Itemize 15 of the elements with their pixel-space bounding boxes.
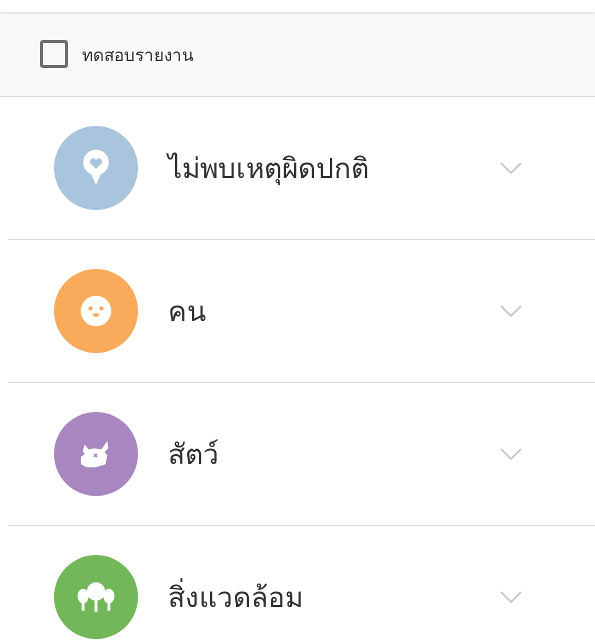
chevron-down-icon[interactable] bbox=[500, 162, 522, 174]
category-row[interactable]: คน bbox=[8, 240, 595, 383]
category-label: สัตว์ bbox=[168, 437, 220, 473]
category-label: ไม่พบเหตุผิดปกติ bbox=[168, 151, 370, 188]
category-row[interactable]: สิ่งแวดล้อม bbox=[8, 526, 595, 640]
category-row[interactable]: ไม่พบเหตุผิดปกติ bbox=[8, 97, 595, 240]
category-label: สิ่งแวดล้อม bbox=[168, 575, 500, 619]
category-row[interactable]: สัตว์ bbox=[8, 383, 595, 526]
chevron-down-icon[interactable] bbox=[500, 448, 522, 460]
chevron-down-icon[interactable] bbox=[500, 305, 522, 317]
category-label: คน bbox=[168, 294, 207, 330]
checkbox-label: ทดสอบรายงาน bbox=[82, 44, 194, 68]
smiley-face-icon bbox=[79, 294, 113, 328]
chevron-down-icon[interactable] bbox=[500, 591, 522, 603]
checkbox[interactable] bbox=[40, 40, 68, 68]
